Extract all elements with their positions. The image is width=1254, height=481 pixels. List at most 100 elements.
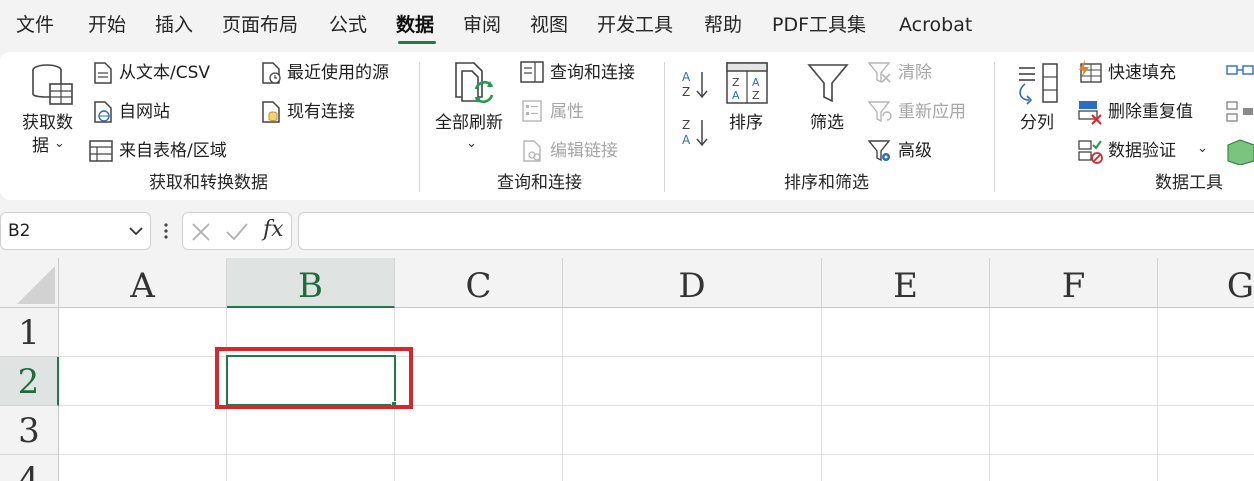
svg-text:Z: Z: [682, 85, 690, 99]
data-validation-icon: [1078, 140, 1103, 164]
consolidate-icon[interactable]: [1226, 62, 1254, 86]
select-all-corner[interactable]: [0, 258, 59, 308]
gridline: [1157, 308, 1158, 481]
gridline: [989, 308, 990, 481]
formula-bar: B2 fx: [0, 212, 1254, 250]
chevron-down-icon[interactable]: [129, 226, 143, 236]
flash-fill-icon: [1079, 60, 1102, 83]
existing-connections-label: 现有连接: [287, 102, 355, 122]
sort-label: 排序: [729, 113, 763, 133]
edit-links-label: 编辑链接: [550, 141, 618, 161]
from-text-csv-label: 从文本/CSV: [119, 63, 211, 83]
gridline: [821, 308, 822, 481]
tab-page-layout[interactable]: 页面布局: [222, 12, 298, 38]
queries-connections-label: 查询和连接: [550, 63, 635, 83]
more-options-icon[interactable]: [163, 222, 169, 240]
name-box-value: B2: [8, 221, 31, 241]
queries-pane-icon: [520, 61, 544, 83]
remove-duplicates-icon: [1078, 101, 1102, 125]
properties-icon: [522, 100, 542, 122]
chevron-down-icon: ⌄: [54, 136, 65, 151]
active-tab-indicator: [398, 41, 436, 44]
tab-formulas[interactable]: 公式: [329, 12, 367, 38]
sort-dialog-icon: Z A A Z: [726, 62, 768, 104]
filter-icon: [807, 64, 849, 103]
chevron-down-icon: ⌄: [466, 136, 477, 151]
sort-ascending-icon: A Z: [682, 70, 708, 99]
tab-file[interactable]: 文件: [16, 12, 54, 38]
group-label-sort-filter: 排序和筛选: [784, 173, 869, 193]
column-header-d[interactable]: D: [563, 258, 822, 308]
refresh-all-label: 全部刷新: [435, 113, 503, 133]
ribbon: 获取数 据 ⌄ 从文本/CSV 自网站 来自表格/区域 最近使用的源 现有连接 …: [0, 52, 1254, 200]
column-header-g[interactable]: G: [1158, 258, 1254, 308]
enter-check-icon[interactable]: [225, 222, 249, 242]
svg-text:A: A: [682, 133, 691, 147]
name-box[interactable]: B2: [0, 212, 151, 250]
group-separator: [664, 62, 665, 192]
edit-links-icon: [523, 140, 541, 162]
cancel-icon[interactable]: [191, 222, 211, 242]
tab-acrobat[interactable]: Acrobat: [899, 12, 972, 38]
row-header-1[interactable]: 1: [0, 308, 59, 357]
get-data-label-2: 据: [32, 136, 49, 156]
data-model-icon[interactable]: [1226, 139, 1254, 165]
svg-text:A: A: [682, 70, 691, 84]
data-validation-label: 数据验证: [1108, 141, 1176, 161]
tab-data[interactable]: 数据: [396, 12, 434, 38]
menu-bar: 文件 开始 插入 页面布局 公式 数据 审阅 视图 开发工具 帮助 PDF工具集…: [0, 0, 1254, 52]
formula-input[interactable]: [298, 212, 1254, 250]
svg-text:A: A: [732, 89, 740, 102]
refresh-icon: [455, 62, 494, 104]
group-separator: [419, 62, 420, 192]
table-icon: [89, 140, 113, 162]
column-header-c[interactable]: C: [395, 258, 563, 308]
gridline: [59, 454, 1254, 455]
tab-pdf-tools[interactable]: PDF工具集: [772, 12, 866, 38]
highlight-annotation-box: [215, 347, 413, 409]
tab-view[interactable]: 视图: [530, 12, 568, 38]
from-web-label: 自网站: [119, 102, 170, 122]
get-data-label-1: 获取数: [22, 113, 73, 133]
tab-help[interactable]: 帮助: [704, 12, 742, 38]
tab-review[interactable]: 审阅: [463, 12, 501, 38]
advanced-filter-icon: [868, 140, 891, 162]
chevron-down-icon: ⌄: [1197, 141, 1208, 156]
recent-sources-label: 最近使用的源: [287, 63, 389, 83]
clear-filter-label: 清除: [898, 63, 932, 83]
tab-home[interactable]: 开始: [88, 12, 126, 38]
database-icon: [32, 64, 73, 105]
column-header-b[interactable]: B: [227, 258, 395, 308]
text-file-icon: [94, 62, 112, 84]
clear-filter-icon: [868, 62, 891, 84]
insert-function-button[interactable]: fx: [263, 217, 284, 242]
tab-developer[interactable]: 开发工具: [597, 12, 673, 38]
svg-text:Z: Z: [732, 76, 740, 89]
relationships-icon[interactable]: [1226, 100, 1254, 124]
tab-insert[interactable]: 插入: [155, 12, 193, 38]
svg-text:A: A: [752, 76, 760, 89]
sort-descending-icon: Z A: [682, 118, 708, 147]
column-header-e[interactable]: E: [822, 258, 990, 308]
spreadsheet-grid: A B C D E F G 1 2 3 4: [0, 258, 1254, 481]
flash-fill-label: 快速填充: [1108, 63, 1176, 83]
column-header-a[interactable]: A: [59, 258, 227, 308]
column-header-f[interactable]: F: [990, 258, 1158, 308]
svg-text:Z: Z: [752, 89, 760, 102]
text-to-columns-icon: [1019, 63, 1058, 105]
advanced-filter-label: 高级: [898, 141, 932, 161]
row-header-2[interactable]: 2: [0, 357, 59, 406]
formula-controls: fx: [182, 212, 292, 250]
row-header-3[interactable]: 3: [0, 406, 59, 455]
from-table-range-label: 来自表格/区域: [119, 141, 227, 161]
text-to-columns-label: 分列: [1020, 113, 1054, 133]
gridline: [562, 308, 563, 481]
row-header-4[interactable]: 4: [0, 455, 59, 481]
filter-label: 筛选: [810, 113, 844, 133]
group-separator: [994, 62, 995, 192]
remove-duplicates-label: 删除重复值: [1108, 102, 1193, 122]
group-label-get-transform: 获取和转换数据: [149, 173, 268, 193]
group-label-data-tools: 数据工具: [1155, 173, 1223, 193]
web-page-icon: [94, 101, 112, 123]
reapply-icon: [868, 101, 892, 123]
